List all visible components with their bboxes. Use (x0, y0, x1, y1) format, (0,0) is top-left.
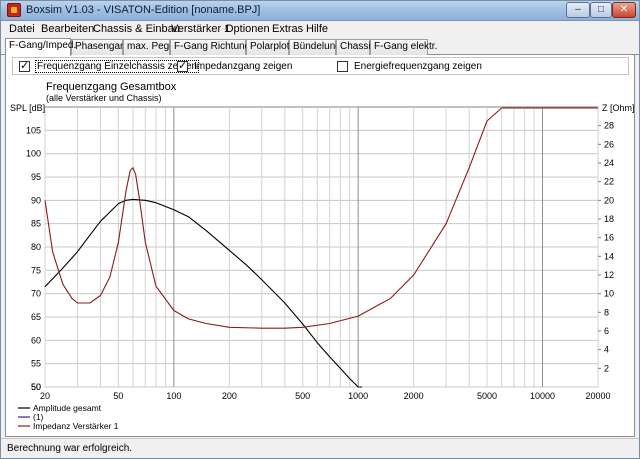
y-left-tick-label: 55 (31, 359, 41, 369)
y-right-tick-label: 20 (604, 195, 614, 205)
y-left-tick-label: 100 (26, 149, 41, 159)
tab-max-pegel[interactable]: max. Pegel (123, 39, 177, 55)
menu-bar: Datei Bearbeiten Chassis & Einbau Verstä… (1, 21, 639, 38)
x-tick-label: 1000 (348, 391, 368, 401)
y-right-tick-label: 22 (604, 177, 614, 187)
y-left-tick-label: 85 (31, 219, 41, 229)
maximize-button[interactable]: □ (590, 2, 612, 18)
menu-datei[interactable]: Datei (9, 23, 35, 35)
y-right-tick-label: 4 (604, 345, 609, 355)
y-right-tick-label: 6 (604, 326, 609, 336)
status-bar: Berechnung war erfolgreich. (1, 438, 639, 458)
menu-bearbeiten[interactable]: Bearbeiten (41, 23, 94, 35)
frequency-response-chart: SPL [dB] Z [Ohm] 50 55 60 65 70 75 80 85 90 95 100 10… (10, 103, 635, 431)
y-left-tick-label: 80 (31, 242, 41, 252)
y-left-tick-label: 70 (31, 289, 41, 299)
y-left-tick-label: 90 (31, 195, 41, 205)
y-left-tick-label: 60 (31, 335, 41, 345)
y-right-tick-label: 26 (604, 139, 614, 149)
y-left-tick-label: 65 (31, 312, 41, 322)
minimize-button[interactable]: – (566, 2, 590, 18)
window-title: Boxsim V1.03 - VISATON-Edition [noname.B… (26, 4, 261, 16)
y-right-tick-label: 18 (604, 214, 614, 224)
tab-phasengang[interactable]: Phasengang (71, 39, 131, 55)
y-right-tick-label: 24 (604, 158, 614, 168)
tab-f-gang-richtungen[interactable]: F-Gang Richtungen (170, 39, 261, 55)
legend-label: Impedanz Verstärker 1 (33, 421, 119, 431)
y-left-axis-label: SPL [dB] (10, 103, 45, 113)
title-bar[interactable]: Boxsim V1.03 - VISATON-Edition [noname.B… (1, 1, 639, 21)
tab-f-gang-elektr[interactable]: F-Gang elektr. (370, 39, 437, 55)
menu-hilfe[interactable]: Hilfe (306, 23, 328, 35)
menu-optionen[interactable]: Optionen (225, 23, 270, 35)
x-tick-label: 50 (113, 391, 123, 401)
x-tick-label: 100 (166, 391, 181, 401)
y-right-tick-label: 8 (604, 307, 609, 317)
y-left-tick-label: 95 (31, 172, 41, 182)
x-tick-label: 10000 (530, 391, 555, 401)
y-right-tick-label: 28 (604, 121, 614, 131)
menu-chassis-einbau[interactable]: Chassis & Einbau (93, 23, 180, 35)
app-icon (7, 3, 21, 17)
y-right-tick-label: 2 (604, 363, 609, 373)
close-button[interactable]: ✕ (612, 2, 636, 18)
y-left-tick-label: 75 (31, 265, 41, 275)
y-right-tick-label: 14 (604, 251, 614, 261)
tab-buendelung[interactable]: Bündelung (289, 39, 341, 55)
tab-chassis[interactable]: Chassis (336, 39, 376, 55)
tab-polarplots[interactable]: Polarplots (246, 39, 294, 55)
x-tick-label: 5000 (477, 391, 497, 401)
x-tick-label: 500 (295, 391, 310, 401)
menu-extras[interactable]: Extras (272, 23, 303, 35)
x-tick-label: 2000 (404, 391, 424, 401)
y-right-tick-label: 16 (604, 233, 614, 243)
status-text: Berechnung war erfolgreich. (7, 443, 133, 454)
y-right-tick-label: 12 (604, 270, 614, 280)
tab-page: Frequenzgang Einzelchassis zeigen Impeda… (5, 55, 635, 437)
tab-f-gang-imped[interactable]: F-Gang/Imped. (5, 38, 76, 56)
x-tick-label: 200 (222, 391, 237, 401)
menu-verstaerker[interactable]: Verstärker 1 (171, 23, 230, 35)
app-window: Boxsim V1.03 - VISATON-Edition [noname.B… (0, 0, 640, 459)
x-tick-label: 20 (40, 391, 50, 401)
y-right-axis-label: Z [Ohm] (602, 103, 635, 113)
y-right-tick-label: 10 (604, 289, 614, 299)
y-left-tick-label: 105 (26, 125, 41, 135)
x-tick-label: 20000 (585, 391, 610, 401)
tab-strip: F-Gang/Imped. Phasengang max. Pegel F-Ga… (1, 38, 639, 56)
